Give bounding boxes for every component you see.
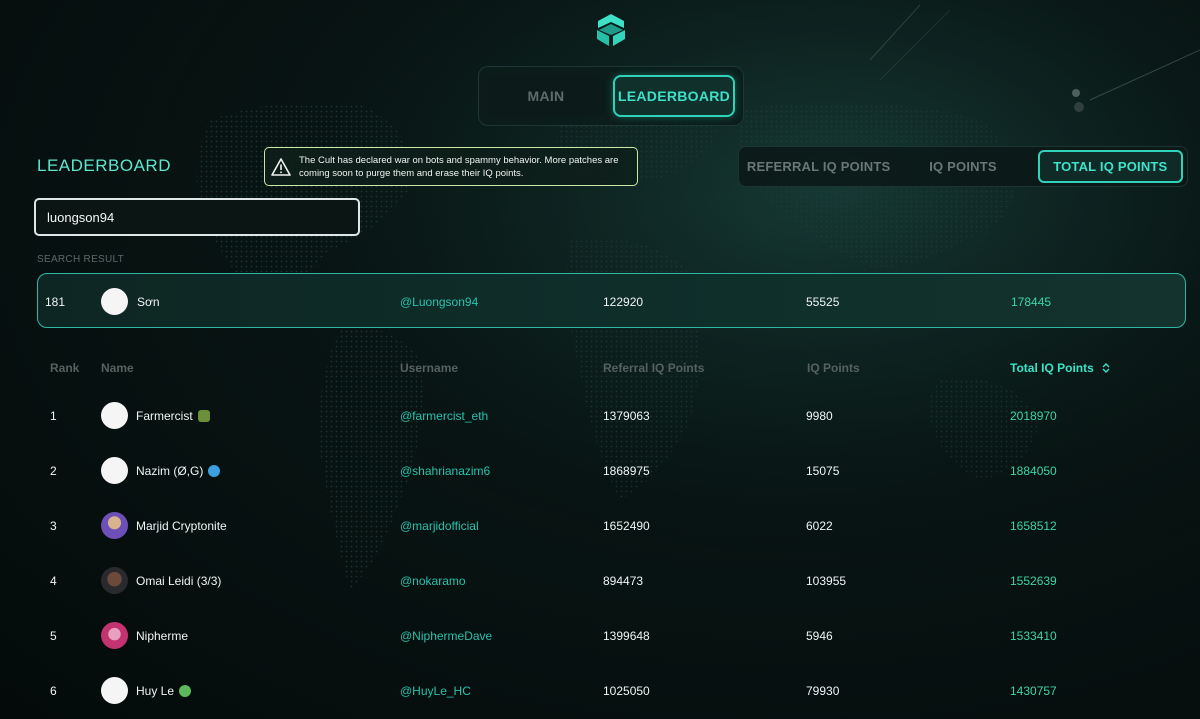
row-rank: 5 (50, 629, 57, 643)
result-referral-iq: 122920 (603, 295, 644, 309)
sort-icon[interactable] (1101, 363, 1111, 373)
row-total-iq: 2018970 (1010, 409, 1057, 423)
frog-emoji-icon (179, 685, 192, 697)
result-iq: 55525 (806, 295, 840, 309)
row-total-iq: 1430757 (1010, 684, 1057, 698)
tab-leaderboard[interactable]: LEADERBOARD (613, 75, 735, 117)
farmer-emoji-icon (197, 410, 210, 422)
row-total-iq: 1884050 (1010, 464, 1057, 478)
header-total-iq-points-label: Total IQ Points (1010, 361, 1094, 375)
page-title: LEADERBOARD (37, 156, 171, 175)
row-username[interactable]: @nokaramo (400, 574, 466, 588)
search-result-label: SEARCH RESULT (37, 254, 125, 265)
row-name: Marjid Cryptonite (136, 519, 227, 533)
result-rank: 181 (45, 295, 66, 309)
row-total-iq: 1552639 (1010, 574, 1057, 588)
row-rank: 1 (50, 409, 57, 423)
header-rank: Rank (50, 361, 80, 375)
result-total-iq: 178445 (1011, 295, 1052, 309)
row-iq: 9980 (806, 409, 833, 423)
header-username: Username (400, 361, 459, 375)
header-iq-points: IQ Points (807, 361, 860, 375)
warning-icon (271, 157, 291, 176)
row-username[interactable]: @marjidofficial (400, 519, 479, 533)
row-iq: 103955 (806, 574, 847, 588)
avatar (101, 622, 128, 649)
avatar (101, 567, 128, 594)
row-referral-iq: 1379063 (603, 409, 650, 423)
table-row[interactable]: 2 Nazim (Ø,G) @shahrianazim6 1868975 150… (0, 443, 1200, 498)
notice-text: The Cult has declared war on bots and sp… (299, 154, 619, 179)
row-referral-iq: 1025050 (603, 684, 650, 698)
row-referral-iq: 894473 (603, 574, 644, 588)
header-total-iq-points[interactable]: Total IQ Points (1010, 361, 1111, 375)
table-row[interactable]: 5 Nipherme @NiphermeDave 1399648 5946 15… (0, 608, 1200, 663)
table-row[interactable]: 6 Huy Le @HuyLe_HC 1025050 79930 1430757 (0, 663, 1200, 718)
main-nav-tabs: MAIN LEADERBOARD (478, 66, 744, 126)
result-name: Sơn (137, 295, 160, 309)
row-name: Huy Le (136, 684, 192, 698)
tab-iq-points[interactable]: IQ POINTS (894, 150, 1031, 183)
bot-warning-notice: The Cult has declared war on bots and sp… (264, 147, 638, 186)
table-row[interactable]: 4 Omai Leidi (3/3) @nokaramo 894473 1039… (0, 553, 1200, 608)
tab-total-iq-points[interactable]: TOTAL IQ POINTS (1037, 150, 1183, 183)
row-referral-iq: 1399648 (603, 629, 650, 643)
cube-logo-icon[interactable] (593, 12, 629, 48)
row-referral-iq: 1868975 (603, 464, 650, 478)
row-name-text: Farmercist (136, 409, 193, 423)
row-name: Farmercist (136, 409, 210, 423)
row-name-text: Nazim (Ø,G) (136, 464, 204, 478)
search-result-row[interactable]: 181 Sơn @Luongson94 122920 55525 178445 (37, 273, 1186, 328)
row-name: Omai Leidi (3/3) (136, 574, 222, 588)
header-name: Name (101, 361, 134, 375)
row-iq: 5946 (806, 629, 833, 643)
row-username[interactable]: @shahrianazim6 (400, 464, 490, 478)
row-username[interactable]: @farmercist_eth (400, 409, 488, 423)
row-rank: 3 (50, 519, 57, 533)
metric-tabs: REFERRAL IQ POINTS IQ POINTS TOTAL IQ PO… (738, 146, 1188, 187)
row-iq: 79930 (806, 684, 840, 698)
row-total-iq: 1533410 (1010, 629, 1057, 643)
row-name: Nazim (Ø,G) (136, 464, 221, 478)
table-row[interactable]: 1 Farmercist @farmercist_eth 1379063 998… (0, 388, 1200, 443)
row-total-iq: 1658512 (1010, 519, 1057, 533)
avatar (101, 512, 128, 539)
avatar (101, 288, 128, 315)
table-row[interactable]: 3 Marjid Cryptonite @marjidofficial 1652… (0, 498, 1200, 553)
row-name: Nipherme (136, 629, 189, 643)
droplet-emoji-icon (208, 465, 221, 477)
avatar (101, 402, 128, 429)
tab-main[interactable]: MAIN (487, 75, 605, 117)
row-iq: 15075 (806, 464, 840, 478)
result-username[interactable]: @Luongson94 (400, 295, 478, 309)
avatar (101, 457, 128, 484)
header-referral-iq-points: Referral IQ Points (603, 361, 705, 375)
avatar (101, 677, 128, 704)
row-rank: 2 (50, 464, 57, 478)
row-rank: 4 (50, 574, 57, 588)
row-username[interactable]: @NiphermeDave (400, 629, 492, 643)
search-input[interactable] (34, 198, 360, 236)
tab-referral-iq-points[interactable]: REFERRAL IQ POINTS (743, 150, 894, 183)
row-iq: 6022 (806, 519, 833, 533)
row-referral-iq: 1652490 (603, 519, 650, 533)
row-username[interactable]: @HuyLe_HC (400, 684, 471, 698)
row-name-text: Huy Le (136, 684, 175, 698)
row-rank: 6 (50, 684, 57, 698)
